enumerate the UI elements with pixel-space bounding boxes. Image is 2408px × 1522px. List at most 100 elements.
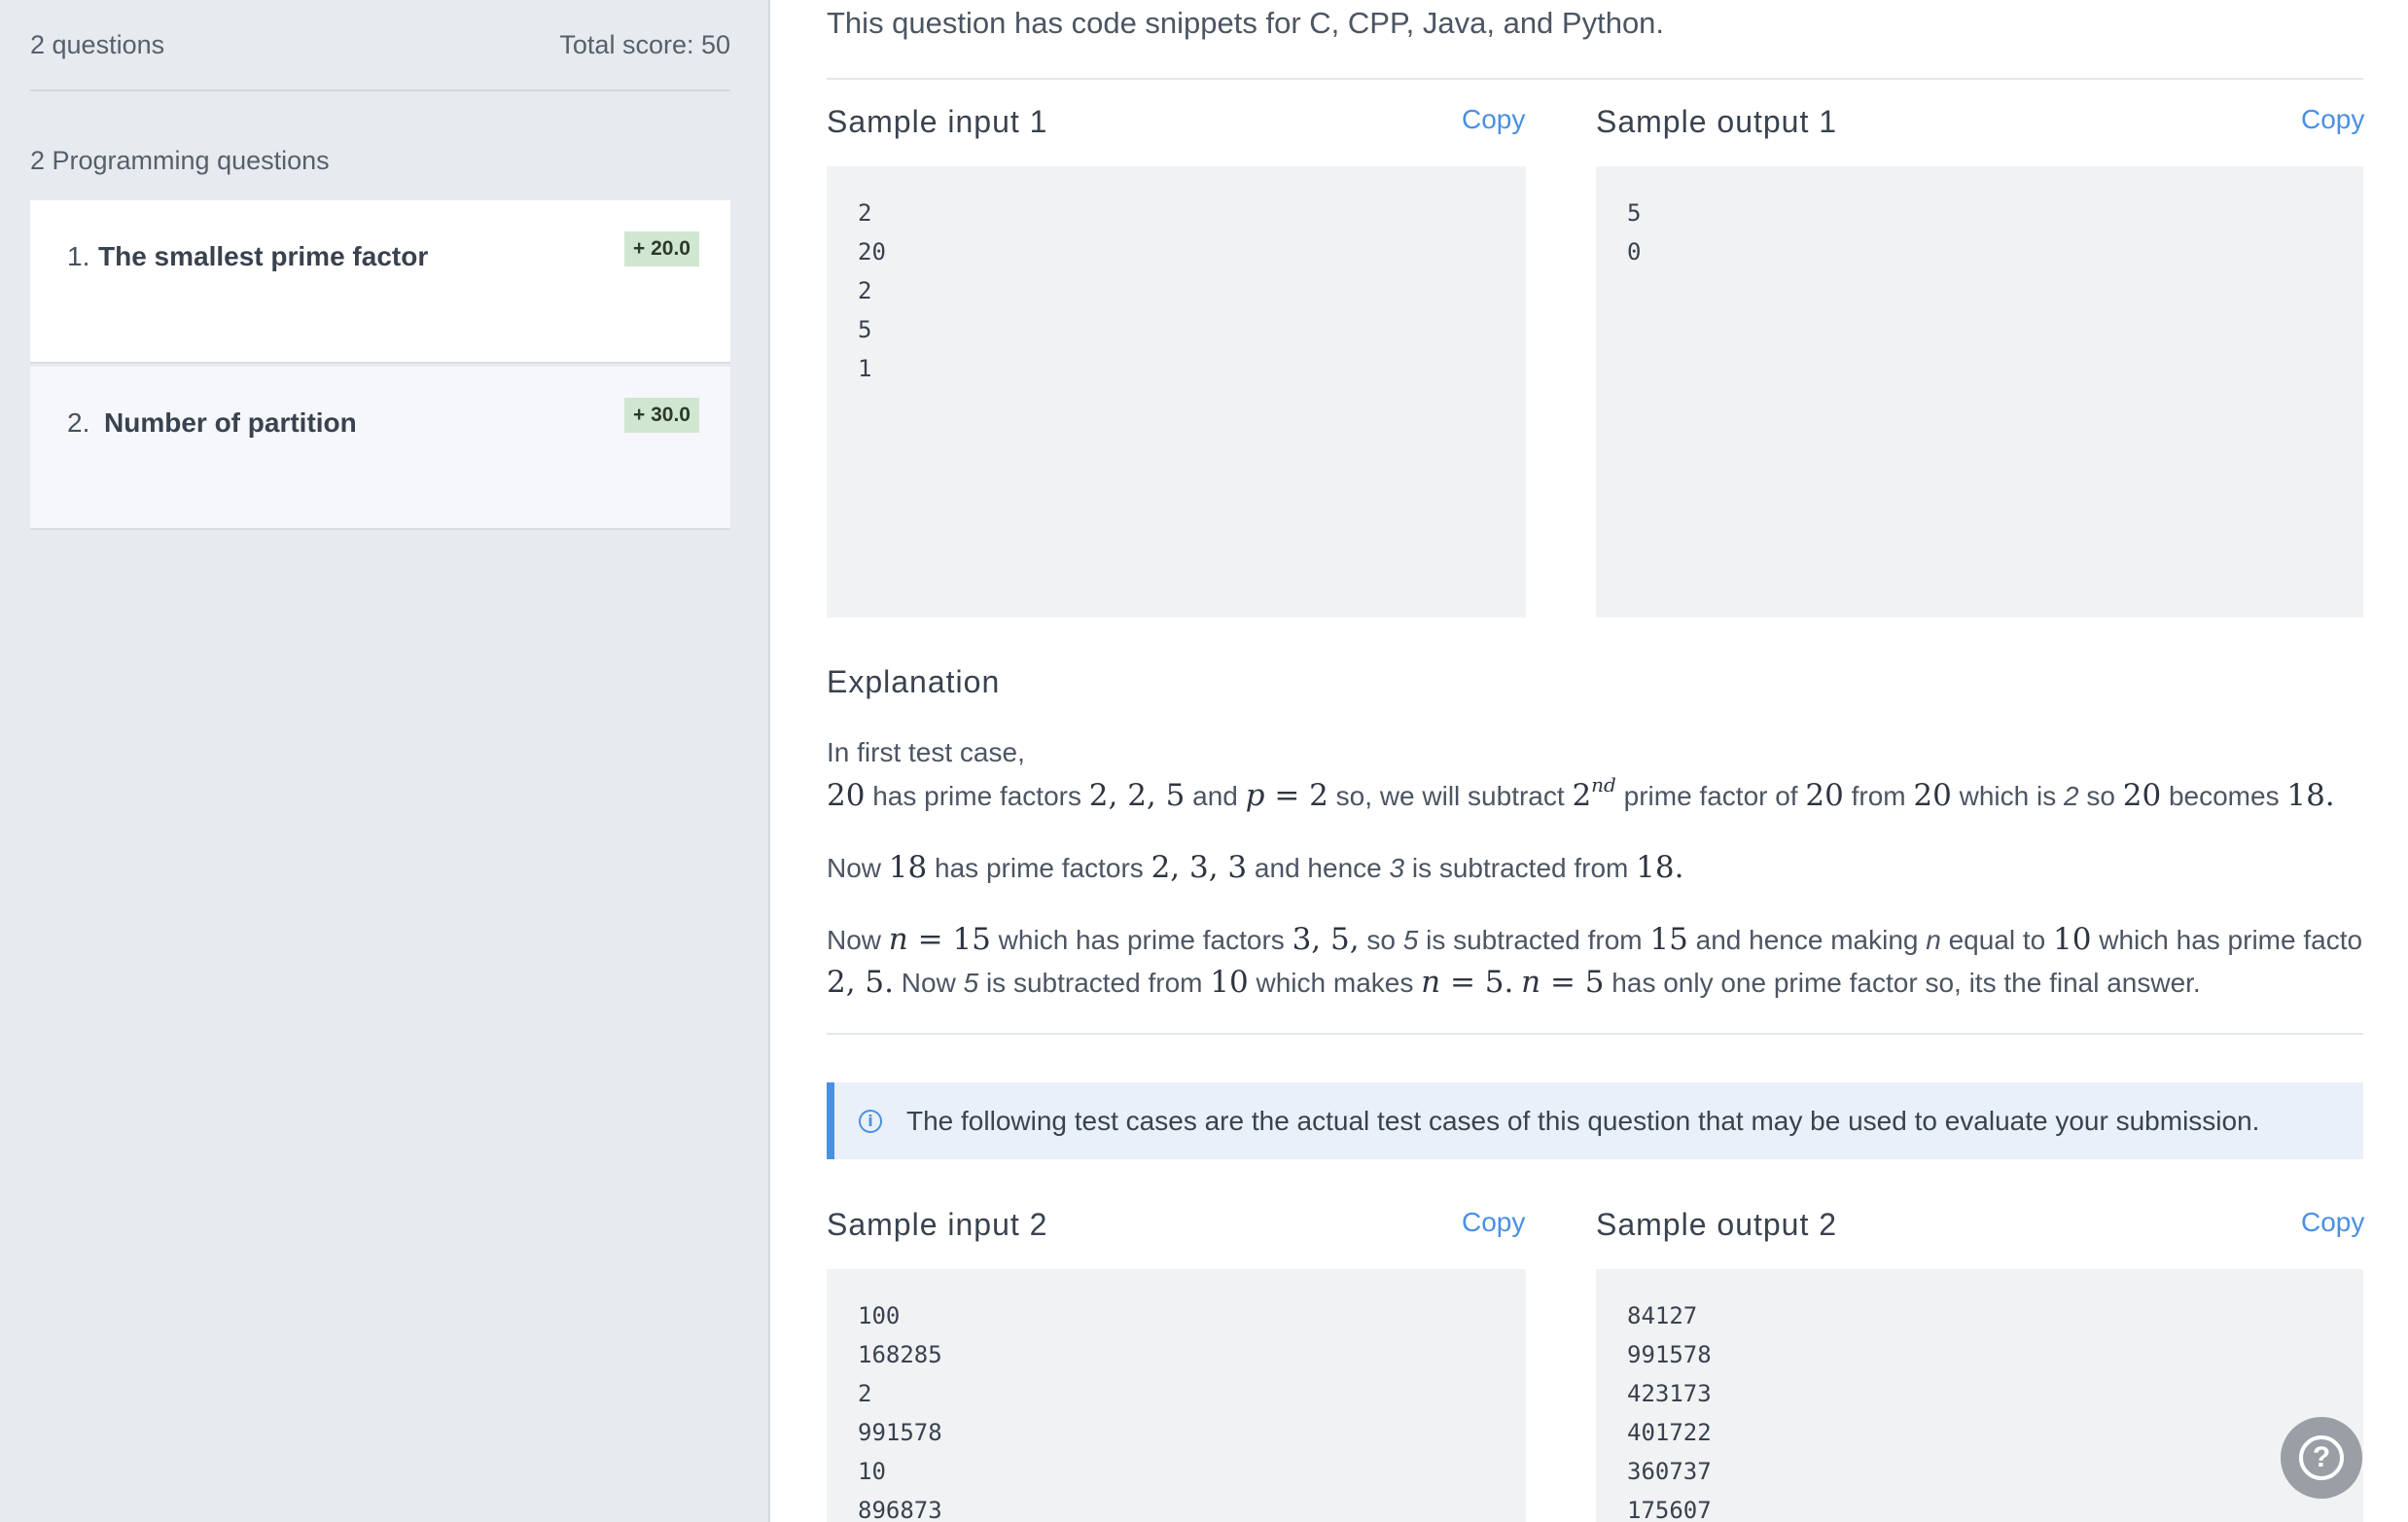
- text: and hence making: [1687, 925, 1927, 955]
- copy-sample-output-2-button[interactable]: Copy: [2301, 1207, 2364, 1238]
- code-line: 423173: [1627, 1380, 1712, 1407]
- math-number: 18.: [1636, 850, 1684, 885]
- text: which is: [1951, 781, 2064, 811]
- code-line: 175607: [1627, 1497, 1712, 1522]
- math-variable: p: [1245, 778, 1265, 813]
- code-line: 896873: [858, 1497, 942, 1522]
- math-list: 2, 2, 5: [1088, 778, 1186, 813]
- code-line: 1: [858, 355, 872, 382]
- text: has only one prime factor so, its the fi…: [1604, 968, 2201, 998]
- math-equation: = 5.: [1440, 965, 1514, 1000]
- explanation-line-3: Now 18 has prime factors 2, 3, 3 and hen…: [827, 846, 1683, 890]
- total-score: Total score: 50: [559, 29, 730, 59]
- code-line: 5: [858, 316, 872, 343]
- sample-output-2-box[interactable]: 84127 991578 423173 401722 360737 175607: [1596, 1269, 2363, 1522]
- math-superscript: nd: [1591, 773, 1616, 796]
- copy-sample-output-1-button[interactable]: Copy: [2301, 104, 2364, 135]
- text: and hence: [1247, 853, 1390, 883]
- copy-sample-input-1-button[interactable]: Copy: [1462, 104, 1525, 135]
- math-number: 2: [1572, 778, 1592, 813]
- score-badge: + 30.0: [624, 398, 699, 433]
- question-content: This question has code snippets for C, C…: [827, 0, 2364, 1522]
- math-equation: = 15: [907, 922, 991, 957]
- math-list: 2, 5.: [827, 965, 895, 1000]
- question-number: 1.: [67, 241, 90, 271]
- text: prime factor of: [1615, 781, 1806, 811]
- help-button[interactable]: ?: [2281, 1417, 2362, 1499]
- math-number: 15: [1649, 922, 1688, 957]
- text: Now: [827, 925, 889, 955]
- info-icon: i: [859, 1109, 882, 1133]
- sample-input-1-title: Sample input 1: [827, 104, 1048, 139]
- explanation-title: Explanation: [827, 664, 1001, 699]
- italic-number: 3: [1389, 853, 1405, 883]
- text: Now: [827, 853, 889, 883]
- italic-number: 5: [963, 968, 979, 998]
- math-number: 20: [1805, 778, 1844, 813]
- question-number: 2.: [67, 407, 90, 438]
- sample-output-2-title: Sample output 2: [1596, 1207, 1838, 1242]
- code-line: 100: [858, 1302, 901, 1329]
- test-case-notice: i The following test cases are the actua…: [827, 1082, 2363, 1159]
- explanation-line-4: Now n = 15 which has prime factors 3, 5,…: [827, 918, 2363, 962]
- copy-sample-input-2-button[interactable]: Copy: [1462, 1207, 1525, 1238]
- code-line: 168285: [858, 1341, 942, 1368]
- math-equation: = 5: [1540, 965, 1605, 1000]
- code-line: 991578: [858, 1419, 942, 1446]
- sample-input-1-box[interactable]: 2 20 2 5 1: [827, 166, 1526, 618]
- math-number: 18: [888, 850, 928, 885]
- question-item-2[interactable]: 2. Number of partition + 30.0: [30, 367, 730, 530]
- math-variable: n: [1521, 965, 1541, 1000]
- math-number: 10: [1210, 965, 1249, 1000]
- code-line: 2: [858, 277, 872, 304]
- math-list: 3, 5,: [1292, 922, 1360, 957]
- question-title: The smallest prime factor: [98, 241, 429, 271]
- italic-number: 2: [2064, 781, 2079, 811]
- math-number: 20: [827, 778, 866, 813]
- text: has prime factors: [927, 853, 1151, 883]
- italic-number: 5: [1402, 925, 1419, 955]
- text: from: [1843, 781, 1914, 811]
- text: which makes: [1248, 968, 1422, 998]
- question-item-1[interactable]: 1. The smallest prime factor + 20.0: [30, 200, 730, 364]
- explanation-line-5: 2, 5. Now 5 is subtracted from 10 which …: [827, 961, 2201, 1005]
- sample-input-2-box[interactable]: 100 168285 2 991578 10 896873: [827, 1269, 1526, 1522]
- math-number: 10: [2053, 922, 2092, 957]
- code-line: 991578: [1627, 1341, 1712, 1368]
- explanation-line-1: In first test case,: [827, 737, 1025, 767]
- math-variable: n: [888, 922, 908, 957]
- question-count: 2 questions: [30, 29, 165, 59]
- text: Now: [894, 968, 964, 998]
- math-number: 18.: [2286, 778, 2335, 813]
- math-equation: = 2: [1264, 778, 1328, 813]
- question-sidebar: 2 questions Total score: 50 2 Programmin…: [0, 0, 770, 1522]
- text: which has prime factors: [990, 925, 1293, 955]
- code-line: 20: [858, 238, 886, 265]
- code-line: 5: [1627, 199, 1642, 227]
- sample-input-2-title: Sample input 2: [827, 1207, 1048, 1242]
- text: is subtracted from: [1404, 853, 1637, 883]
- text: has prime factors: [865, 781, 1089, 811]
- explanation-line-2: 20 has prime factors 2, 2, 5 and p = 2 s…: [827, 774, 2335, 818]
- divider: [827, 78, 2363, 80]
- math-number: 20: [1913, 778, 1952, 813]
- text: and: [1185, 781, 1246, 811]
- notice-text: The following test cases are the actual …: [906, 1105, 2260, 1136]
- math-number: 20: [2122, 778, 2162, 813]
- math-variable: n: [1421, 965, 1441, 1000]
- text: equal to: [1940, 925, 2054, 955]
- code-line: 84127: [1627, 1302, 1698, 1329]
- text: so: [2078, 781, 2123, 811]
- sample-output-1-box[interactable]: 5 0: [1596, 166, 2363, 618]
- text: so, we will subtract: [1328, 781, 1573, 811]
- text: is subtracted from: [978, 968, 1211, 998]
- sample-output-1-title: Sample output 1: [1596, 104, 1838, 139]
- code-line: 401722: [1627, 1419, 1712, 1446]
- sidebar-header: 2 questions Total score: 50: [30, 0, 730, 91]
- text: is subtracted from: [1418, 925, 1650, 955]
- question-circle-icon: ?: [2299, 1435, 2344, 1480]
- italic-variable: n: [1926, 925, 1941, 955]
- code-line: 10: [858, 1458, 886, 1485]
- text: becomes: [2161, 781, 2287, 811]
- code-line: 2: [858, 199, 872, 227]
